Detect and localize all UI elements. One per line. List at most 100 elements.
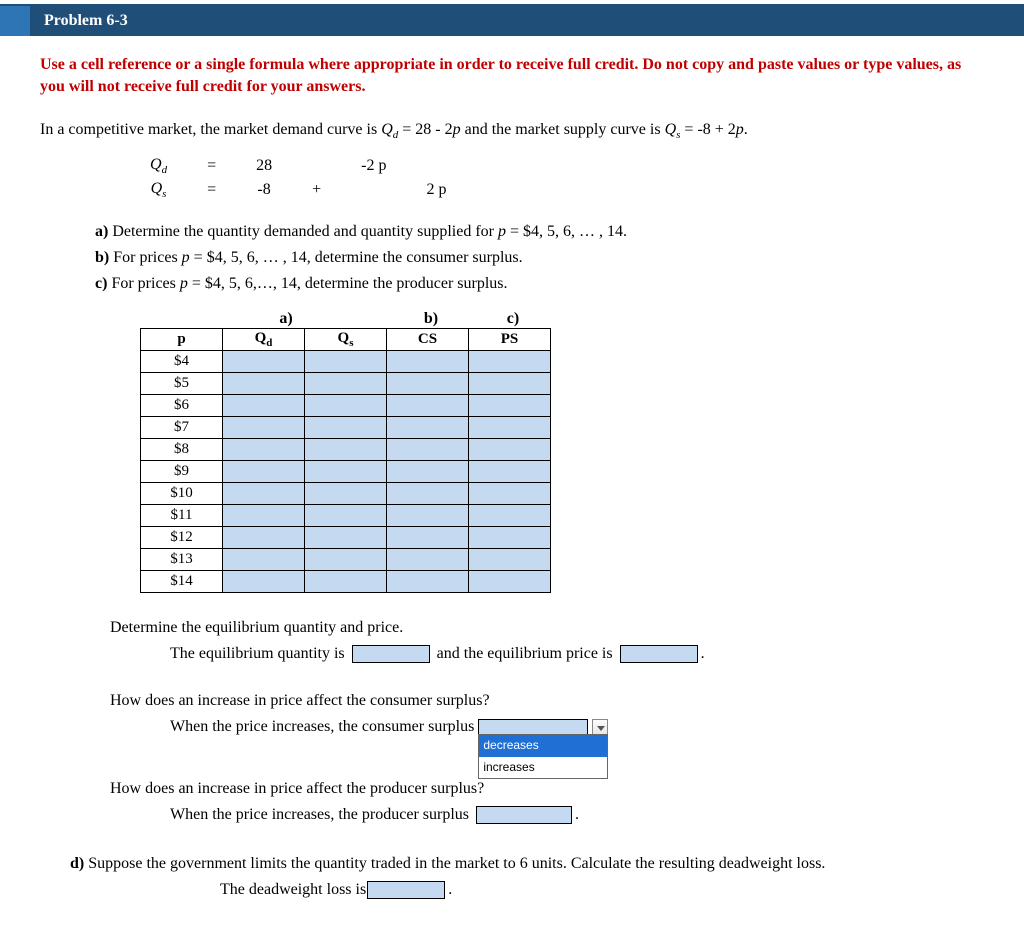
instruction-text: Use a cell reference or a single formula… <box>40 54 984 97</box>
price-cell: $11 <box>141 505 223 527</box>
price-cell: $7 <box>141 417 223 439</box>
price-cell: $4 <box>141 351 223 373</box>
dwl-label: The deadweight loss is <box>220 881 366 898</box>
eq1-c3: -2 p <box>341 154 406 178</box>
ps-cell[interactable] <box>469 395 551 417</box>
eq2-eq: = <box>187 178 236 202</box>
qd-cell[interactable] <box>223 527 305 549</box>
eq-period: . <box>701 645 705 662</box>
equilibrium-price-input[interactable] <box>620 645 698 663</box>
part-c-label: c) <box>95 275 107 292</box>
cs-option-decreases[interactable]: decreases <box>479 735 607 756</box>
ps-cell[interactable] <box>469 549 551 571</box>
qd-cell[interactable] <box>223 505 305 527</box>
ps-cell[interactable] <box>469 351 551 373</box>
qs-cell[interactable] <box>305 483 387 505</box>
part-d-label: d) <box>70 855 84 872</box>
qd-cell[interactable] <box>223 461 305 483</box>
eq-qty-label: The equilibrium quantity is <box>170 645 345 662</box>
qs-cell[interactable] <box>305 549 387 571</box>
qs-cell[interactable] <box>305 505 387 527</box>
column-group-labels: a) b) c) <box>140 310 984 328</box>
ps-cell[interactable] <box>469 483 551 505</box>
intro-paragraph: In a competitive market, the market dema… <box>40 119 984 144</box>
qs-cell[interactable] <box>305 351 387 373</box>
cs-cell[interactable] <box>387 461 469 483</box>
ps-answer-input[interactable] <box>476 806 572 824</box>
qd-cell[interactable] <box>223 549 305 571</box>
equation-table: Qd = 28 -2 p Qs = -8 + 2 p <box>130 154 466 202</box>
ps-cell[interactable] <box>469 439 551 461</box>
part-d-block: d) Suppose the government limits the qua… <box>70 851 984 902</box>
intro-end: . <box>744 121 748 138</box>
eq1-c1: 28 <box>236 154 292 178</box>
eq1-c4 <box>406 154 466 178</box>
qd-cell[interactable] <box>223 571 305 593</box>
qd-cell[interactable] <box>223 351 305 373</box>
ps-cell[interactable] <box>469 571 551 593</box>
part-b-tail: = $4, 5, 6, … , 14, determine the consum… <box>190 249 523 266</box>
dwl-input[interactable] <box>367 881 445 899</box>
qs-cell[interactable] <box>305 461 387 483</box>
part-b-p: p <box>182 249 190 266</box>
cs-cell[interactable] <box>387 439 469 461</box>
cs-cell[interactable] <box>387 527 469 549</box>
hdr-ps: PS <box>469 329 551 351</box>
part-a-p: p <box>498 223 506 240</box>
eq2-c3 <box>341 178 406 202</box>
qs-cell[interactable] <box>305 439 387 461</box>
cs-dropdown-list[interactable]: decreases increases <box>478 734 608 778</box>
ps-question: How does an increase in price affect the… <box>110 776 984 802</box>
price-cell: $9 <box>141 461 223 483</box>
qd-cell[interactable] <box>223 395 305 417</box>
p-symbol: p <box>453 121 461 138</box>
col-a: a) <box>224 310 348 328</box>
part-c-tail: = $4, 5, 6,…, 14, determine the producer… <box>188 275 508 292</box>
eq-price-label: and the equilibrium price is <box>437 645 613 662</box>
ps-cell[interactable] <box>469 461 551 483</box>
intro-pre: In a competitive market, the market dema… <box>40 121 381 138</box>
intro-post: = -8 + 2 <box>680 121 735 138</box>
part-c-text: For prices <box>107 275 179 292</box>
qs-cell[interactable] <box>305 373 387 395</box>
eq1-eq: = <box>187 154 236 178</box>
data-table: p Qd Qs CS PS $4$5$6$7$8$9$10$11$12$13$1… <box>140 328 551 593</box>
eq2-c2: + <box>292 178 341 202</box>
price-cell: $8 <box>141 439 223 461</box>
ps-cell[interactable] <box>469 373 551 395</box>
ps-cell[interactable] <box>469 505 551 527</box>
qd-cell[interactable] <box>223 483 305 505</box>
cs-cell[interactable] <box>387 373 469 395</box>
qd-cell[interactable] <box>223 373 305 395</box>
ps-cell[interactable] <box>469 527 551 549</box>
cs-cell[interactable] <box>387 505 469 527</box>
cs-cell[interactable] <box>387 571 469 593</box>
qs-cell[interactable] <box>305 417 387 439</box>
cs-cell[interactable] <box>387 417 469 439</box>
equilibrium-qty-input[interactable] <box>352 645 430 663</box>
eq1-lhs: Qd <box>150 156 167 173</box>
cs-cell[interactable] <box>387 351 469 373</box>
cs-cell[interactable] <box>387 395 469 417</box>
cs-cell[interactable] <box>387 549 469 571</box>
qs-cell[interactable] <box>305 527 387 549</box>
header-title: Problem 6-3 <box>44 12 128 29</box>
hdr-qd: Qd <box>223 329 305 351</box>
eq-line1: Determine the equilibrium quantity and p… <box>110 615 984 641</box>
hdr-p: p <box>141 329 223 351</box>
part-d-text: Suppose the government limits the quanti… <box>84 855 825 872</box>
qd-cell[interactable] <box>223 439 305 461</box>
part-c-p: p <box>180 275 188 292</box>
price-cell: $12 <box>141 527 223 549</box>
part-a-label: a) <box>95 223 108 240</box>
qs-cell[interactable] <box>305 395 387 417</box>
cs-cell[interactable] <box>387 483 469 505</box>
qs-cell[interactable] <box>305 571 387 593</box>
qs-symbol: Qs <box>665 121 681 138</box>
ps-cell[interactable] <box>469 417 551 439</box>
qd-cell[interactable] <box>223 417 305 439</box>
cs-option-increases[interactable]: increases <box>479 757 607 778</box>
price-cell: $14 <box>141 571 223 593</box>
part-b-text: For prices <box>109 249 181 266</box>
part-a-text: Determine the quantity demanded and quan… <box>108 223 498 240</box>
